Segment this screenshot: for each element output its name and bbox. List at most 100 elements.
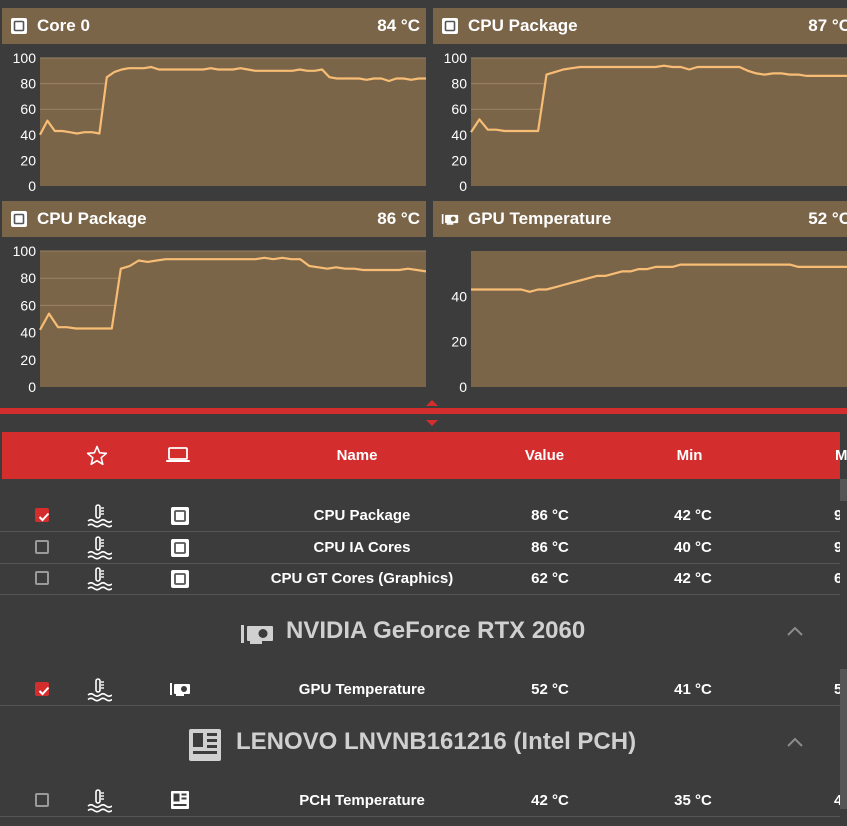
chart-header: Core 0 84 °C <box>2 8 426 44</box>
cpu-chip-icon <box>11 18 27 34</box>
column-header-min[interactable]: Min <box>642 432 737 479</box>
chart-header: GPU Temperature 52 °C <box>433 201 847 237</box>
sensor-value: 62 °C <box>531 570 569 587</box>
thermometer-icon <box>87 567 112 591</box>
thermometer-icon <box>87 789 112 813</box>
y-tick-label: 80 <box>451 76 467 92</box>
chart-panel-cpu-package-2[interactable]: CPU Package 86 °C 100 80 60 40 20 0 <box>2 201 426 400</box>
y-tick-label: 0 <box>28 379 36 395</box>
motherboard-icon <box>171 791 189 809</box>
y-tick-label: 60 <box>451 101 467 117</box>
cpu-chip-icon <box>171 507 189 525</box>
chart-current-value: 84 °C <box>377 16 420 35</box>
chart-current-value: 86 °C <box>377 209 420 228</box>
y-tick-label: 80 <box>20 270 36 286</box>
y-tick-label: 0 <box>28 178 36 194</box>
column-header-max[interactable]: M <box>835 432 847 479</box>
y-tick-label: 40 <box>451 127 467 143</box>
chart-title: CPU Package <box>468 16 578 35</box>
sensor-name: GPU Temperature <box>298 681 426 698</box>
chart-panel-gpu-temperature[interactable]: GPU Temperature 52 °C 40 20 0 <box>433 201 847 400</box>
sensor-min: 35 °C <box>674 792 712 809</box>
sensor-name: CPU GT Cores (Graphics) <box>270 570 454 587</box>
y-tick-label: 40 <box>451 288 467 304</box>
thermometer-icon <box>87 536 112 560</box>
cpu-chip-icon <box>171 570 189 588</box>
sensor-name: CPU IA Cores <box>313 539 411 556</box>
y-tick-label: 100 <box>13 50 37 66</box>
pane-splitter[interactable] <box>0 408 847 414</box>
scrollbar-thumb-lower[interactable] <box>840 669 847 809</box>
chart-plot: 100 80 60 40 20 0 <box>13 50 426 194</box>
chart-title: Core 0 <box>37 16 90 35</box>
y-tick-label: 20 <box>20 152 36 168</box>
chart-current-value: 87 °C <box>808 16 847 35</box>
device-group-header[interactable]: NVIDIA GeForce RTX 2060 <box>0 595 840 675</box>
cpu-chip-icon <box>171 539 189 557</box>
y-tick-label: 80 <box>20 76 36 92</box>
row-checkbox[interactable] <box>35 540 49 554</box>
splitter-down-arrow-icon[interactable] <box>426 420 438 426</box>
thermometer-icon <box>87 504 112 528</box>
gpu-card-icon <box>170 683 190 696</box>
cpu-chip-icon <box>442 18 458 34</box>
sensor-min: 41 °C <box>674 681 712 698</box>
table-row[interactable]: GPU Temperature 52 °C 41 °C 5 <box>0 674 842 706</box>
chart-title: CPU Package <box>37 209 147 228</box>
chevron-up-icon[interactable] <box>786 736 804 748</box>
chart-current-value: 52 °C <box>808 209 847 228</box>
sensor-min: 40 °C <box>674 539 712 556</box>
gpu-card-icon <box>441 214 459 225</box>
sensor-value: 86 °C <box>531 539 569 556</box>
y-tick-label: 0 <box>459 379 467 395</box>
device-group-header[interactable]: LENOVO LNVNB161216 (Intel PCH) <box>0 706 840 786</box>
chart-plot: 100 80 60 40 20 0 <box>13 243 426 395</box>
sensor-name: PCH Temperature <box>299 792 425 809</box>
y-tick-label: 60 <box>20 297 36 313</box>
y-tick-label: 40 <box>20 325 36 341</box>
chevron-up-icon[interactable] <box>786 625 804 637</box>
y-tick-label: 20 <box>20 352 36 368</box>
chart-plot: 100 80 60 40 20 0 <box>444 50 847 194</box>
chart-header: CPU Package 86 °C <box>2 201 426 237</box>
table-row[interactable]: CPU IA Cores 86 °C 40 °C 9 <box>0 532 842 564</box>
scrollbar-thumb[interactable] <box>840 479 847 501</box>
chart-header: CPU Package 87 °C <box>433 8 847 44</box>
sensor-value: 86 °C <box>531 507 569 524</box>
chart-plot: 40 20 0 <box>451 251 847 395</box>
column-header-value[interactable]: Value <box>497 432 592 479</box>
y-tick-label: 100 <box>444 50 468 66</box>
y-tick-label: 0 <box>459 178 467 194</box>
laptop-icon[interactable] <box>165 446 191 464</box>
sensor-value: 42 °C <box>531 792 569 809</box>
star-icon[interactable] <box>86 445 108 466</box>
chart-title: GPU Temperature <box>468 209 612 228</box>
table-header: Name Value Min M <box>2 432 847 479</box>
cpu-chip-icon <box>11 211 27 227</box>
device-group-title: NVIDIA GeForce RTX 2060 <box>286 617 586 644</box>
splitter-up-arrow-icon[interactable] <box>426 400 438 406</box>
row-checkbox[interactable] <box>35 571 49 585</box>
sensor-name: CPU Package <box>313 507 411 524</box>
column-header-name[interactable]: Name <box>307 432 407 479</box>
sensor-min: 42 °C <box>674 507 712 524</box>
y-tick-label: 20 <box>451 152 467 168</box>
device-group-title: LENOVO LNVNB161216 (Intel PCH) <box>236 728 637 755</box>
y-tick-label: 60 <box>20 101 36 117</box>
y-tick-label: 20 <box>451 334 467 350</box>
gpu-card-icon <box>241 625 273 644</box>
row-checkbox[interactable] <box>35 793 49 807</box>
table-row[interactable]: CPU Package 86 °C 42 °C 9 <box>0 500 842 532</box>
thermometer-icon <box>87 678 112 702</box>
row-checkbox[interactable] <box>35 682 50 696</box>
y-tick-label: 100 <box>13 243 37 259</box>
row-checkbox[interactable] <box>35 508 50 522</box>
sensor-value: 52 °C <box>531 681 569 698</box>
table-row[interactable]: CPU GT Cores (Graphics) 62 °C 42 °C 6 <box>0 563 842 595</box>
charts-area: Core 0 84 °C 100 80 60 40 20 0 CPU Package 87… <box>0 0 847 400</box>
motherboard-icon <box>189 729 221 761</box>
y-tick-label: 40 <box>20 127 36 143</box>
table-scrollbar[interactable] <box>840 479 847 826</box>
sensor-min: 42 °C <box>674 570 712 587</box>
table-row[interactable]: PCH Temperature 42 °C 35 °C 4 <box>0 785 842 817</box>
